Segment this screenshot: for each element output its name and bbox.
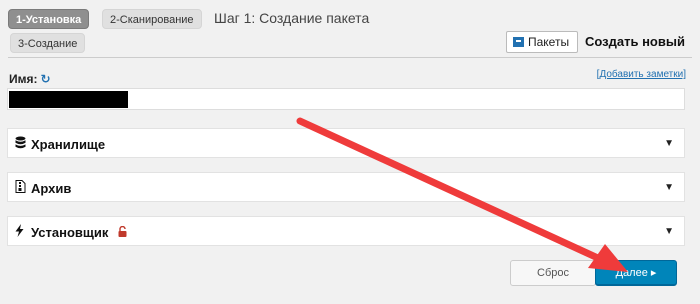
- installer-panel-header[interactable]: Установщик ▼: [7, 216, 685, 246]
- chevron-down-icon[interactable]: ▼: [664, 226, 674, 237]
- name-label: Имя: ↻: [9, 72, 51, 86]
- add-notes-link[interactable]: [Добавить заметки]: [597, 69, 686, 80]
- step-scan-tab[interactable]: 2-Сканирование: [102, 9, 202, 29]
- package-box-icon: [513, 37, 524, 47]
- package-name-input[interactable]: [7, 88, 685, 110]
- chevron-down-icon[interactable]: ▼: [664, 138, 674, 149]
- name-label-text: Имя:: [9, 72, 38, 86]
- packages-label: Пакеты: [528, 35, 570, 49]
- step-title: Шаг 1: Создание пакета: [214, 10, 370, 26]
- header-divider: [8, 57, 692, 58]
- database-icon: [15, 136, 29, 152]
- archive-panel-label: Архив: [31, 181, 72, 196]
- storage-panel-header[interactable]: Хранилище ▼: [7, 128, 685, 158]
- step-build-tab[interactable]: 3-Создание: [10, 33, 86, 53]
- create-new-title: Создать новый: [585, 34, 685, 49]
- next-button[interactable]: Далее ▸: [595, 260, 677, 286]
- archive-panel-header[interactable]: Архив ▼: [7, 172, 685, 202]
- archive-file-icon: [15, 180, 29, 196]
- redacted-name-value: [9, 91, 128, 108]
- step-install-tab[interactable]: 1-Установка: [8, 9, 90, 29]
- refresh-icon[interactable]: ↻: [41, 72, 51, 86]
- packages-button[interactable]: Пакеты: [506, 31, 578, 53]
- unlock-icon: [115, 225, 127, 240]
- reset-button[interactable]: Сброс: [510, 260, 596, 286]
- bolt-icon: [15, 224, 29, 240]
- storage-panel-label: Хранилище: [31, 137, 106, 152]
- chevron-down-icon[interactable]: ▼: [664, 182, 674, 193]
- installer-panel-label: Установщик: [31, 225, 109, 240]
